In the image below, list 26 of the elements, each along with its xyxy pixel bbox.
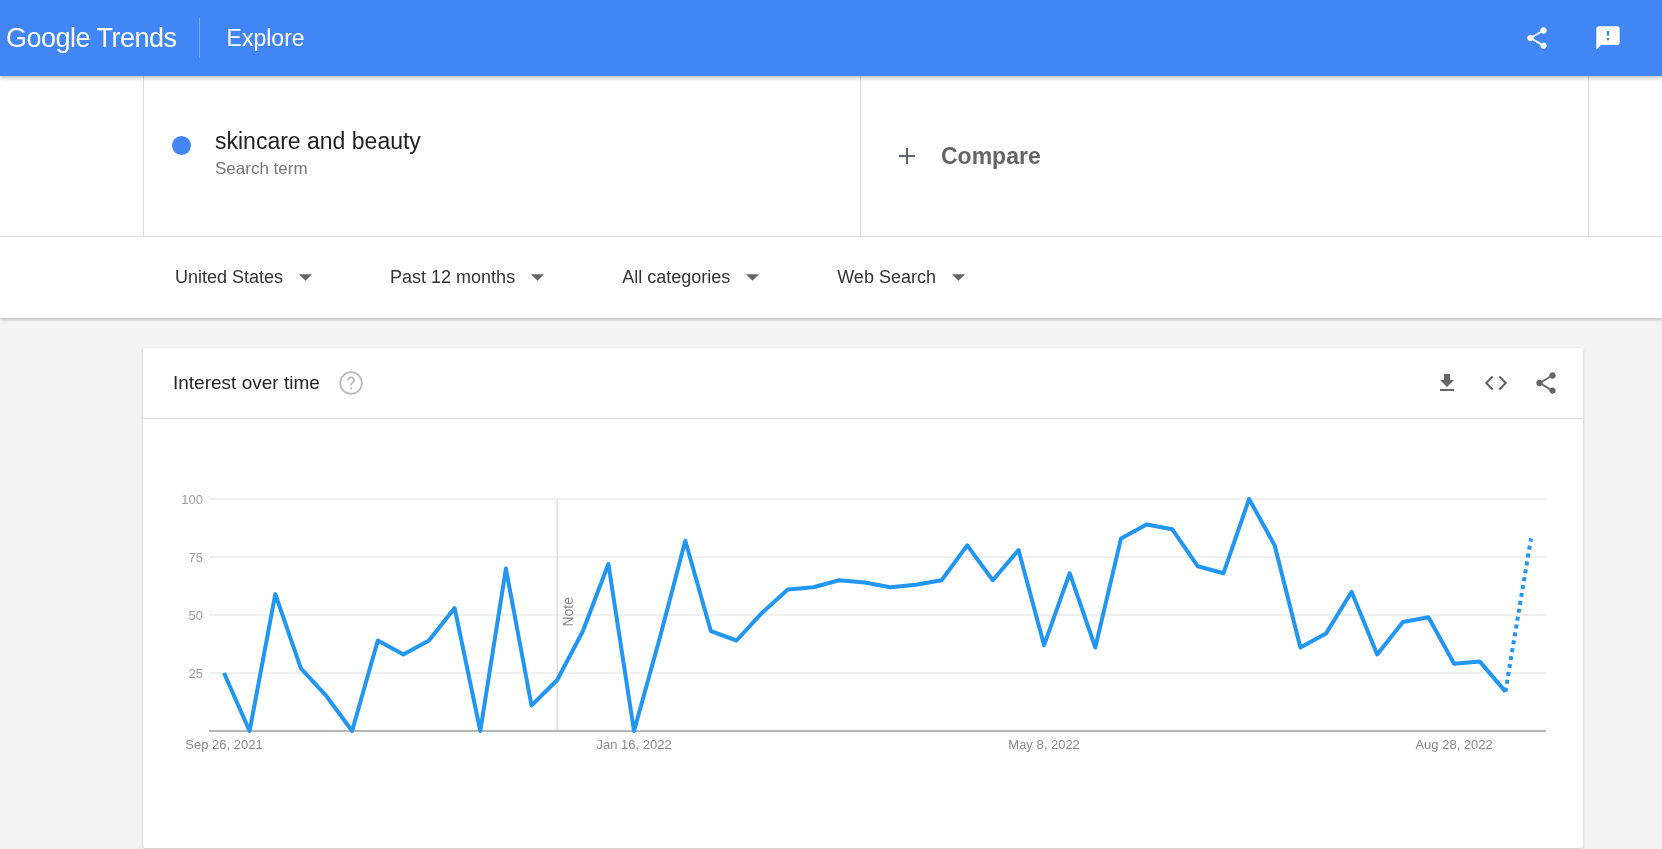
filter-dropdown[interactable]: Past 12 months: [380, 263, 555, 292]
y-tick-label: 75: [188, 550, 203, 565]
filter-dropdown[interactable]: Web Search: [827, 263, 975, 292]
x-tick-label: Sep 26, 2021: [185, 737, 263, 752]
share-icon[interactable]: [1524, 25, 1550, 51]
caret-icon: [299, 274, 313, 281]
share-icon[interactable]: [1533, 370, 1559, 396]
caret-icon: [746, 274, 760, 281]
filter-dropdown[interactable]: All categories: [612, 263, 770, 292]
card-title: Interest over time: [173, 372, 320, 394]
filter-dropdown[interactable]: United States: [165, 263, 323, 292]
caret-icon: [951, 274, 965, 281]
x-tick-label: May 8, 2022: [1008, 737, 1080, 752]
annotation-label[interactable]: Note: [560, 597, 577, 627]
search-term-caption: Search term: [215, 159, 309, 179]
x-tick-label: Jan 16, 2022: [596, 737, 672, 752]
caret-icon: [531, 274, 545, 281]
y-tick-label: 25: [188, 666, 203, 681]
feedback-icon[interactable]: [1594, 24, 1622, 52]
y-tick-label: 50: [188, 608, 203, 623]
y-tick-label: 100: [181, 492, 203, 507]
x-tick-label: Aug 28, 2022: [1415, 737, 1493, 752]
logo[interactable]: Google Trends: [6, 22, 177, 54]
search-term[interactable]: skincare and beauty: [215, 128, 421, 155]
page-title: Explore: [226, 24, 305, 52]
plus-icon: [897, 146, 917, 166]
